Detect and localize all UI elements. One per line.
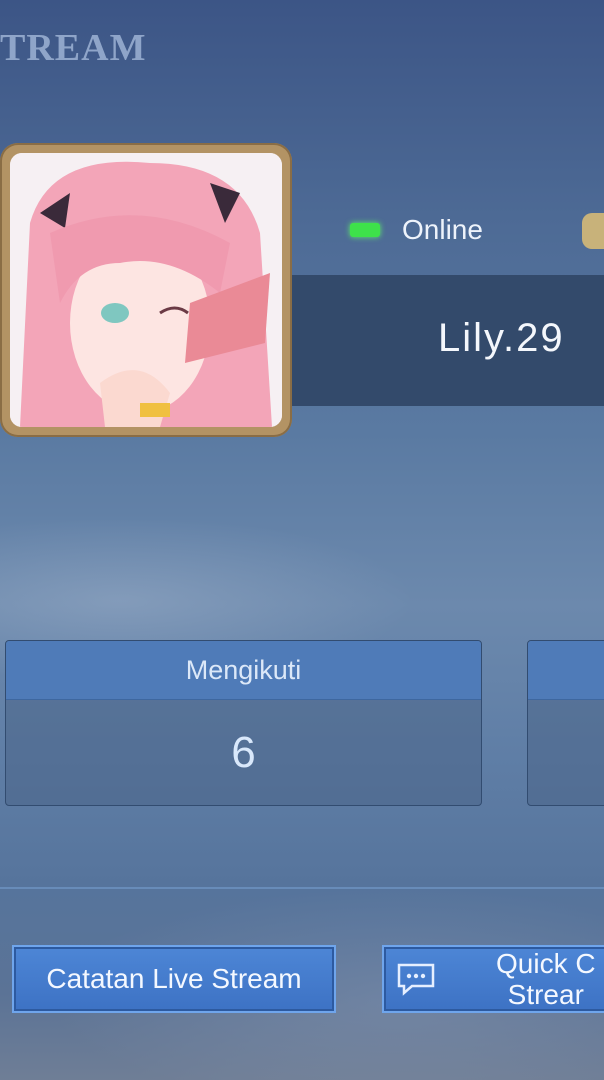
online-indicator-icon: [350, 223, 380, 237]
live-stream-record-label: Catatan Live Stream: [46, 963, 302, 994]
section-divider: [0, 887, 604, 889]
avatar-image: [10, 153, 282, 427]
badge-icon[interactable]: [582, 213, 604, 249]
avatar[interactable]: [0, 143, 292, 437]
live-stream-record-button[interactable]: Catatan Live Stream: [12, 945, 336, 1013]
following-label: Mengikuti: [6, 641, 481, 700]
following-count: 6: [231, 728, 256, 777]
followers-count: [528, 700, 604, 805]
quick-chat-stream-button[interactable]: Quick C Strear: [382, 945, 604, 1013]
online-status: Online: [350, 214, 483, 246]
chat-bubble-icon: [397, 963, 435, 996]
page-title: TREAM: [0, 27, 147, 69]
following-card[interactable]: Mengikuti 6: [5, 640, 482, 806]
player-name: Lily.29: [438, 316, 565, 360]
followers-card[interactable]: [527, 640, 604, 806]
anime-girl-avatar-icon: [10, 153, 282, 427]
quick-chat-label: Quick C Strear: [496, 948, 596, 1010]
status-text: Online: [402, 214, 483, 245]
followers-label: [528, 641, 604, 700]
